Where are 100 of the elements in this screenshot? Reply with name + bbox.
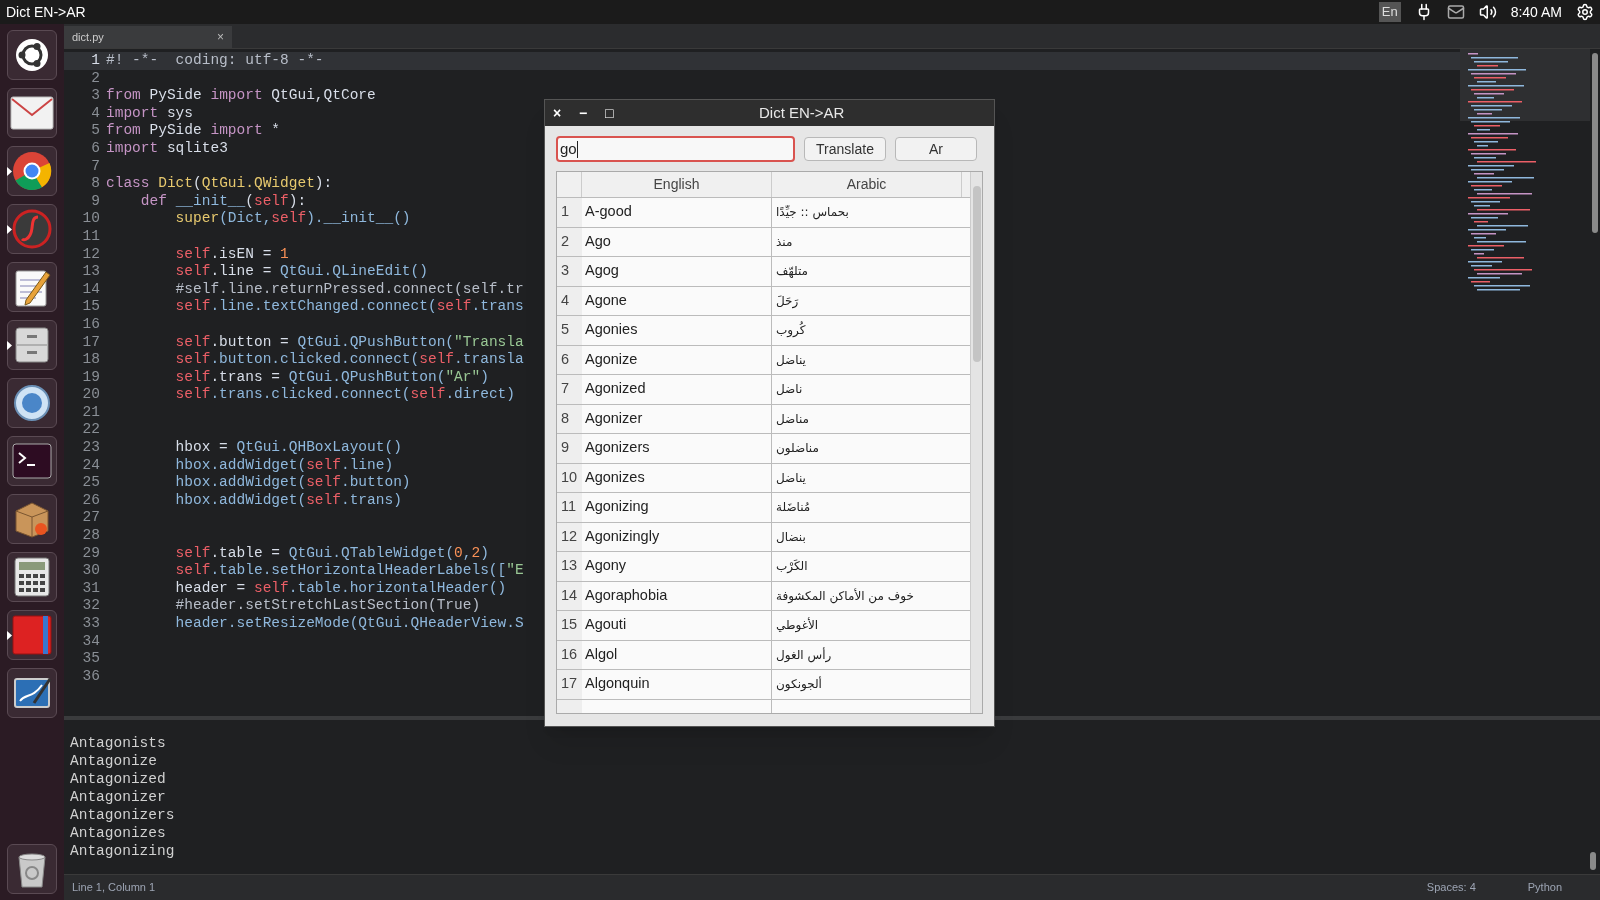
code-line: hbox = QtGui.QHBoxLayout() bbox=[174, 439, 402, 457]
output-line: Antagonized bbox=[70, 770, 166, 788]
launcher-button[interactable] bbox=[7, 88, 57, 138]
scrollbar-thumb[interactable] bbox=[1590, 852, 1596, 870]
code-line: from PySide import * bbox=[106, 122, 281, 140]
code-line: hbox.addWidget(self.line) bbox=[174, 456, 394, 475]
launcher-button[interactable] bbox=[7, 320, 57, 370]
text-cursor bbox=[576, 140, 578, 158]
close-button[interactable]: × bbox=[553, 106, 579, 120]
code-line: hbox.addWidget(self.trans) bbox=[174, 491, 402, 510]
book-icon bbox=[10, 614, 54, 656]
column-header[interactable]: English bbox=[582, 172, 772, 197]
column-header[interactable]: Arabic bbox=[772, 172, 962, 197]
line-number: 12 bbox=[81, 245, 101, 264]
row-number[interactable]: 7 bbox=[557, 375, 582, 404]
launcher-button[interactable] bbox=[7, 552, 57, 602]
table-scrollbar[interactable] bbox=[970, 172, 982, 713]
line-number: 11 bbox=[81, 227, 101, 246]
table-cell: Agouti bbox=[582, 611, 772, 640]
row-number[interactable]: 17 bbox=[557, 670, 582, 699]
output-line: Antagonizing bbox=[70, 842, 175, 860]
row-number[interactable]: 3 bbox=[557, 257, 582, 286]
launcher-button[interactable] bbox=[7, 436, 57, 486]
file-tab[interactable]: dict.py × bbox=[64, 26, 232, 48]
launcher-button[interactable] bbox=[7, 378, 57, 428]
table-cell: A-good bbox=[582, 198, 772, 227]
code-line: header.setResizeMode(QtGui.QHeaderView.S bbox=[174, 615, 524, 633]
scrollbar-thumb[interactable] bbox=[972, 186, 981, 362]
disc-icon bbox=[12, 383, 52, 423]
launcher-button[interactable] bbox=[7, 262, 57, 312]
row-number[interactable]: 8 bbox=[557, 404, 582, 433]
launcher-button[interactable] bbox=[7, 668, 57, 718]
row-number[interactable]: 12 bbox=[557, 522, 582, 551]
line-number: 34 bbox=[81, 632, 101, 651]
code-line: class Dict(QtGui.QWidget): bbox=[106, 175, 333, 193]
row-number[interactable]: 6 bbox=[557, 345, 582, 374]
row-number[interactable]: 1 bbox=[557, 198, 582, 227]
table-cell: Agonizes bbox=[582, 463, 772, 492]
line-number: 35 bbox=[81, 650, 101, 668]
table-cell-text: مُناضَلة bbox=[775, 499, 812, 517]
settings-icon[interactable] bbox=[1576, 3, 1594, 21]
row-number[interactable]: 14 bbox=[557, 581, 582, 610]
volume-icon[interactable] bbox=[1478, 3, 1497, 21]
row-number[interactable]: 9 bbox=[557, 434, 582, 463]
translate-button[interactable]: Translate bbox=[804, 137, 886, 161]
keyboard-indicator[interactable]: En bbox=[1378, 2, 1401, 22]
table-cell: Algonquin bbox=[582, 670, 772, 699]
file-cabinet-icon bbox=[12, 325, 52, 365]
line-number: 32 bbox=[81, 597, 101, 615]
direction-button[interactable]: Ar bbox=[895, 137, 977, 161]
table-cell: Agog bbox=[582, 257, 772, 286]
code-line: import sys bbox=[106, 104, 194, 123]
ubuntu-logo-icon bbox=[14, 37, 50, 73]
line-number: 7 bbox=[90, 157, 101, 176]
table-cell-text: يناضل bbox=[775, 469, 807, 487]
window-title: Dict EN->AR bbox=[6, 2, 86, 22]
table-cell-text: مناضل bbox=[775, 410, 810, 428]
indentation-setting[interactable]: Spaces: 4 bbox=[1426, 879, 1476, 896]
maximize-button[interactable]: □ bbox=[605, 106, 631, 120]
clock[interactable]: 8:40 AM bbox=[1510, 1, 1562, 23]
row-number[interactable]: 15 bbox=[557, 611, 582, 640]
code-line: #self.line.returnPressed.connect(self.tr bbox=[174, 280, 524, 299]
table-cell: Agonizer bbox=[582, 404, 772, 433]
code-line: #! -*- coding: utf-8 -*- bbox=[106, 52, 324, 70]
row-number[interactable]: 5 bbox=[557, 316, 582, 345]
line-number: 2 bbox=[90, 69, 101, 88]
cursor-position: Line 1, Column 1 bbox=[72, 880, 156, 896]
line-number: 1 bbox=[90, 52, 101, 70]
language-mode[interactable]: Python bbox=[1527, 879, 1562, 896]
line-number: 13 bbox=[81, 263, 101, 281]
running-indicator-icon bbox=[7, 341, 12, 350]
line-number: 33 bbox=[81, 615, 101, 633]
code-line: super(Dict,self).__init__() bbox=[174, 210, 411, 228]
calculator-icon bbox=[13, 557, 51, 597]
scrollbar-thumb[interactable] bbox=[1592, 53, 1598, 233]
launcher-button[interactable] bbox=[7, 844, 57, 894]
swirl-logo-icon bbox=[12, 209, 52, 249]
row-number[interactable]: 13 bbox=[557, 552, 582, 581]
line-number: 14 bbox=[81, 280, 101, 299]
code-line: #header.setStretchLastSection(True) bbox=[174, 597, 481, 615]
mail-icon[interactable] bbox=[1446, 3, 1465, 21]
close-tab-button[interactable]: × bbox=[217, 28, 224, 46]
search-field[interactable]: go bbox=[556, 136, 795, 162]
line-number: 26 bbox=[81, 491, 101, 510]
line-number: 17 bbox=[81, 333, 101, 352]
code-line: self.table.setHorizontalHeaderLabels(["E bbox=[174, 562, 524, 580]
row-number[interactable]: 10 bbox=[557, 463, 582, 492]
table-cell-text: رأس الغول bbox=[775, 646, 833, 665]
dialog-title: Dict EN->AR bbox=[759, 102, 845, 123]
table-cell-text: منذ bbox=[775, 233, 794, 251]
launcher-button[interactable] bbox=[7, 146, 57, 196]
row-number[interactable]: 16 bbox=[557, 640, 582, 669]
launcher-button[interactable] bbox=[7, 30, 57, 80]
row-number[interactable]: 4 bbox=[557, 286, 582, 315]
row-number[interactable]: 11 bbox=[557, 493, 582, 522]
minimize-button[interactable]: − bbox=[579, 106, 605, 120]
line-number: 22 bbox=[81, 421, 101, 440]
table-cell-text: متلهّف bbox=[775, 263, 809, 281]
line-number: 18 bbox=[81, 351, 101, 369]
row-number[interactable]: 2 bbox=[557, 227, 582, 256]
